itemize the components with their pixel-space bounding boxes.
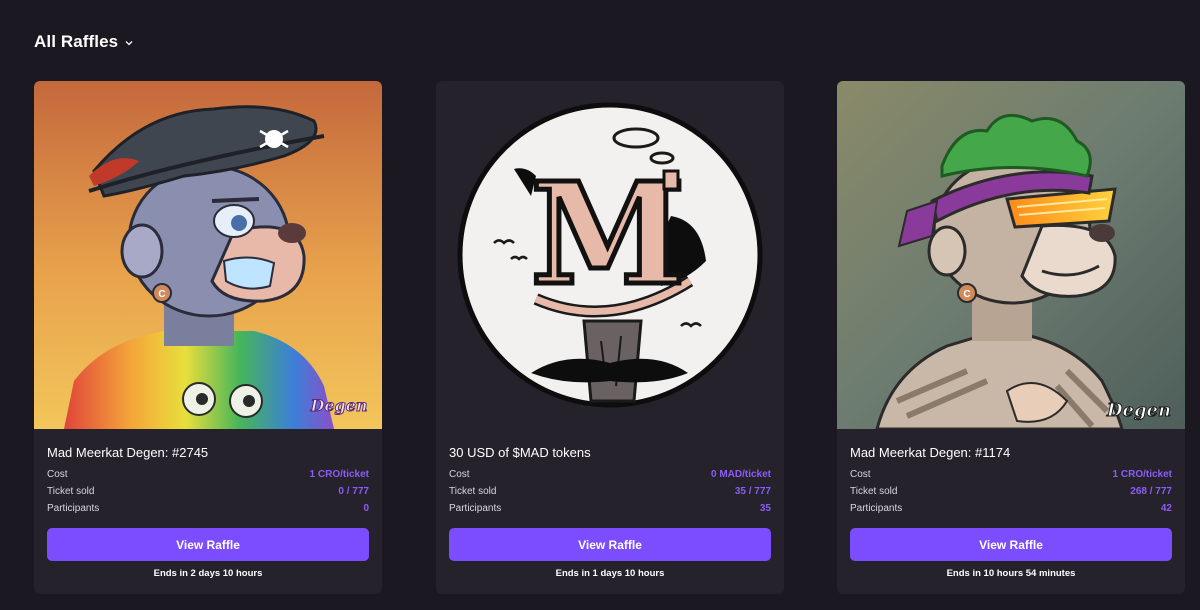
svg-text:C: C — [963, 289, 970, 300]
cost-row: Cost 1 CRO/ticket — [850, 467, 1172, 481]
cost-value: 1 CRO/ticket — [309, 468, 369, 480]
tickets-sold-value: 268 / 777 — [1130, 485, 1172, 497]
raffle-title: Mad Meerkat Degen: #2745 — [47, 445, 209, 460]
token-image[interactable]: M — [436, 81, 784, 429]
participants-label: Participants — [850, 502, 903, 514]
tickets-sold-value: 0 / 777 — [338, 485, 369, 497]
tickets-sold-row: Ticket sold 268 / 777 — [850, 484, 1172, 498]
view-raffle-button[interactable]: View Raffle — [47, 528, 369, 561]
ends-in-text: Ends in 10 hours 54 minutes — [946, 568, 1076, 579]
chevron-down-icon — [125, 41, 133, 46]
nft-image[interactable]: C Degen — [34, 81, 382, 429]
cost-value: 0 MAD/ticket — [710, 468, 771, 480]
cost-label: Cost — [850, 468, 871, 480]
tickets-sold-label: Ticket sold — [850, 485, 898, 497]
mad-token-logo-image: M — [436, 81, 784, 429]
tickets-sold-row: Ticket sold 0 / 777 — [47, 484, 369, 498]
view-raffle-button[interactable]: View Raffle — [850, 528, 1172, 561]
participants-label: Participants — [449, 502, 502, 514]
cost-row: Cost 1 CRO/ticket — [47, 467, 369, 481]
degen-watermark: Degen — [1106, 400, 1171, 421]
raffle-title: 30 USD of $MAD tokens — [449, 445, 591, 460]
svg-text:C: C — [158, 289, 165, 300]
cost-label: Cost — [449, 468, 470, 480]
ends-in-text: Ends in 2 days 10 hours — [153, 568, 263, 579]
degen-watermark: Degen — [309, 396, 367, 415]
participants-label: Participants — [47, 502, 100, 514]
bandana-meerkat-image: C Degen — [837, 81, 1185, 429]
participants-row: Participants 0 — [47, 501, 369, 515]
participants-value: 35 — [759, 502, 771, 514]
view-raffle-button[interactable]: View Raffle — [449, 528, 771, 561]
ends-in-text: Ends in 1 days 10 hours — [555, 568, 665, 579]
page-title: All Raffles — [34, 32, 119, 51]
raffle-card[interactable]: C Degen Mad Meerkat Degen: #1174 Cost 1 … — [837, 81, 1185, 594]
tickets-sold-row: Ticket sold 35 / 777 — [449, 484, 771, 498]
participants-row: Participants 42 — [850, 501, 1172, 515]
mad-logo-letter: M — [531, 153, 686, 317]
raffle-filter-dropdown[interactable]: All Raffles — [34, 32, 134, 52]
tickets-sold-label: Ticket sold — [449, 485, 497, 497]
cost-label: Cost — [47, 468, 68, 480]
tickets-sold-label: Ticket sold — [47, 485, 95, 497]
raffle-card[interactable]: C Degen Mad Meerkat Degen: #2745 Cost 1 … — [34, 81, 382, 594]
participants-value: 0 — [363, 502, 369, 514]
participants-value: 42 — [1160, 502, 1172, 514]
raffle-card[interactable]: M 30 USD of $MAD tokens Cost 0 MAD/ticke… — [436, 81, 784, 594]
nft-image[interactable]: C Degen — [837, 81, 1185, 429]
participants-row: Participants 35 — [449, 501, 771, 515]
cost-row: Cost 0 MAD/ticket — [449, 467, 771, 481]
tickets-sold-value: 35 / 777 — [734, 485, 771, 497]
pirate-meerkat-image: C Degen — [34, 81, 382, 429]
raffle-title: Mad Meerkat Degen: #1174 — [850, 445, 1011, 460]
cost-value: 1 CRO/ticket — [1112, 468, 1172, 480]
